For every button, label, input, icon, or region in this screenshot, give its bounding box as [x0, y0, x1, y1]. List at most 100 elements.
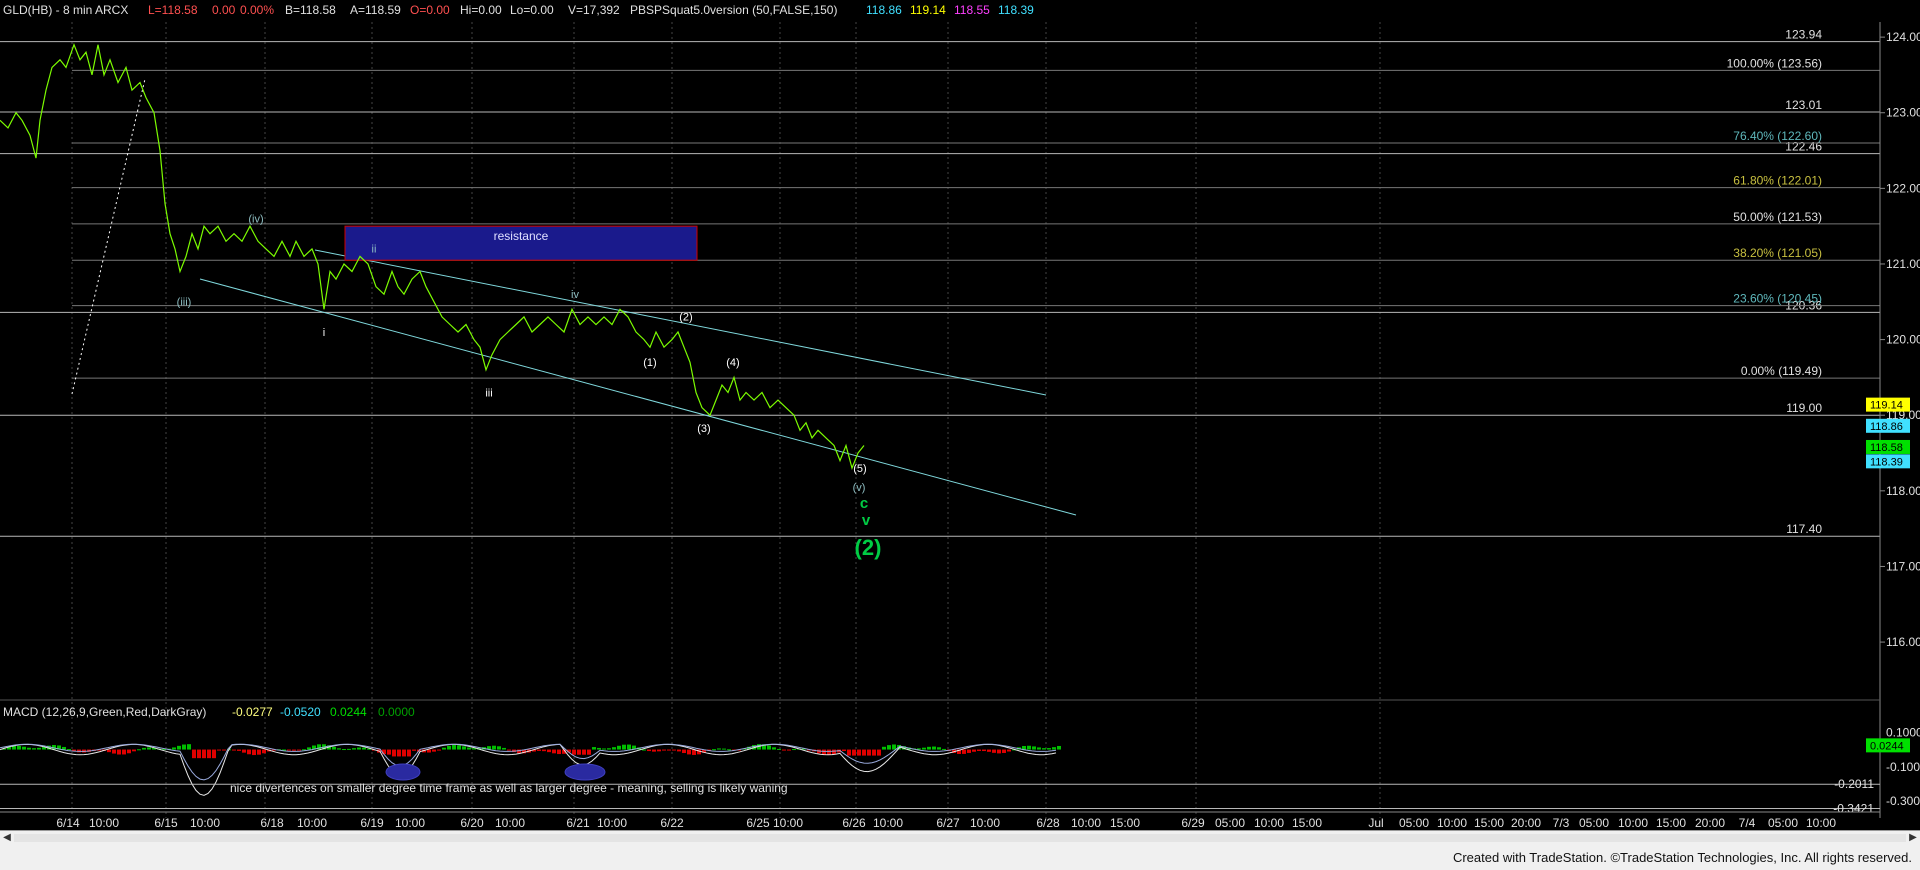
x-tick-label: 10:00: [495, 816, 525, 830]
macd-bar: [777, 748, 781, 750]
macd-bar: [767, 745, 771, 750]
change-value: 0.00: [212, 3, 236, 17]
resistance-label: resistance: [494, 229, 549, 243]
x-tick-label: 6/28: [1036, 816, 1060, 830]
macd-bar: [1002, 749, 1006, 753]
macd-bar: [1027, 745, 1031, 750]
horizontal-scrollbar[interactable]: ◀ ▶: [0, 830, 1920, 845]
macd-bar: [117, 749, 121, 755]
macd-bar: [387, 749, 391, 755]
macd-bar: [127, 749, 131, 754]
x-tick-label: 10:00: [1437, 816, 1467, 830]
macd-bar: [967, 749, 971, 753]
macd-bar: [22, 746, 26, 750]
macd-bar: [982, 749, 986, 752]
macd-bar: [892, 744, 896, 750]
x-tick-label: 10:00: [773, 816, 803, 830]
x-tick-label: 6/14: [56, 816, 80, 830]
wave-label: v: [862, 512, 871, 529]
macd-bar: [337, 748, 341, 750]
macd-value-3: 0.0244: [330, 705, 367, 719]
macd-bar: [1042, 748, 1046, 750]
macd-bar: [192, 749, 196, 759]
macd-title: MACD (12,26,9,Green,Red,DarkGray): [3, 705, 206, 719]
wave-label: ii: [372, 244, 377, 256]
macd-value-4: 0.0000: [378, 705, 415, 719]
wave-label: iii: [485, 387, 492, 399]
macd-bar: [217, 749, 221, 751]
axis-tick-label: 122.00: [1886, 181, 1920, 195]
macd-bar: [962, 749, 966, 754]
macd-bar: [137, 749, 141, 751]
x-tick-label: 6/29: [1181, 816, 1205, 830]
macd-bar: [67, 749, 71, 751]
x-tick-label: 05:00: [1768, 816, 1798, 830]
macd-bar: [112, 749, 116, 754]
open-price: O=0.00: [410, 3, 450, 17]
macd-bar: [202, 749, 206, 759]
macd-bar: [402, 749, 406, 757]
x-tick-label: 6/27: [936, 816, 960, 830]
macd-bar: [572, 749, 576, 755]
macd-bar: [432, 749, 436, 752]
macd-bar: [257, 749, 261, 755]
axis-tick-label: 120.00: [1886, 333, 1920, 347]
macd-bar: [992, 749, 996, 753]
fib-label: 38.20% (121.05): [1733, 246, 1822, 260]
level-label: 119.00: [1786, 401, 1822, 415]
macd-bar: [877, 749, 881, 756]
macd-bar: [727, 749, 731, 751]
macd-bar: [627, 744, 631, 750]
divergence-marker-1: [385, 763, 421, 781]
macd-tag-label: 0.0244: [1870, 740, 1904, 752]
axis-tick-label: 121.00: [1886, 257, 1920, 271]
x-tick-label: 10:00: [1254, 816, 1284, 830]
study-value-2: 119.14: [910, 3, 946, 17]
macd-bar: [1057, 745, 1061, 750]
price-tag-label: 118.58: [1870, 442, 1903, 454]
scroll-track[interactable]: [14, 834, 1906, 842]
x-tick-label: 10:00: [89, 816, 119, 830]
axis-tick-label: 124.00: [1886, 30, 1920, 44]
macd-bar: [712, 749, 716, 751]
macd-bar: [887, 745, 891, 750]
macd-bar: [222, 749, 226, 751]
wave-label: iv: [571, 289, 579, 301]
scroll-left-icon[interactable]: ◀: [0, 831, 14, 845]
macd-bar: [177, 745, 181, 750]
macd-bar: [987, 749, 991, 752]
macd-bar: [212, 749, 216, 759]
macd-bar: [292, 749, 296, 751]
macd-bar: [827, 749, 831, 755]
wave-label: c: [860, 495, 868, 512]
chart[interactable]: GLD(HB) - 8 min ARCX L=118.58 0.00 0.00%…: [0, 0, 1920, 830]
scroll-right-icon[interactable]: ▶: [1906, 831, 1920, 845]
low-price: Lo=0.00: [510, 3, 554, 17]
macd-bar: [412, 749, 416, 751]
macd-bar: [122, 749, 126, 755]
macd-bar: [362, 747, 366, 750]
macd-bar: [662, 749, 666, 751]
macd-bar: [862, 749, 866, 756]
fib-label: 61.80% (122.01): [1733, 174, 1822, 188]
macd-value-2: -0.0520: [280, 705, 321, 719]
fib-label: 23.60% (120.45): [1733, 292, 1822, 306]
wave-label: (3): [697, 423, 710, 435]
macd-bar: [172, 747, 176, 750]
macd-bar: [942, 748, 946, 750]
last-price: L=118.58: [148, 3, 198, 17]
symbol-label: GLD(HB) - 8 min ARCX: [3, 3, 128, 17]
macd-bar: [787, 749, 791, 751]
fib-label: 0.00% (119.49): [1741, 364, 1822, 378]
macd-bar: [552, 749, 556, 754]
macd-bar: [457, 745, 461, 750]
macd-bar: [547, 749, 551, 753]
x-tick-label: 6/21: [566, 816, 590, 830]
x-tick-label: 6/22: [660, 816, 684, 830]
macd-bar: [677, 749, 681, 752]
macd-bar: [972, 749, 976, 752]
volume: V=17,392: [568, 3, 620, 17]
x-tick-label: 15:00: [1292, 816, 1322, 830]
macd-bar: [537, 749, 541, 751]
x-tick-label: 7/3: [1553, 816, 1570, 830]
